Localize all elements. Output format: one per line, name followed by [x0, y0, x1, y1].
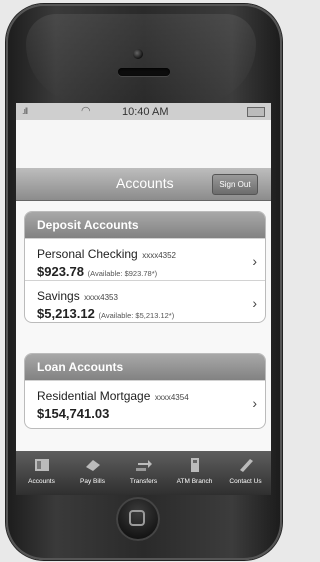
pay-bills-icon — [85, 460, 100, 471]
tab-label: Pay Bills — [80, 478, 105, 485]
sign-out-button[interactable]: Sign Out — [212, 174, 258, 195]
wifi-icon: ◠ — [81, 105, 91, 117]
signal-icon: .ıll — [22, 106, 28, 116]
status-spacer — [16, 120, 271, 168]
status-bar: .ıll ◠ 10:40 AM — [16, 103, 271, 120]
account-number: xxxx4354 — [154, 393, 189, 402]
nav-bar: Accounts Sign Out — [16, 168, 271, 201]
chevron-right-icon: › — [252, 395, 257, 411]
account-row-mortgage[interactable]: Residential Mortgage xxxx4354 $154,741.0… — [25, 380, 265, 428]
contact-us-icon — [239, 459, 253, 472]
phone-screen: .ıll ◠ 10:40 AM Accounts Sign Out Deposi… — [16, 103, 271, 495]
tab-bar: Accounts Pay Bills Transfers ATM Branch … — [16, 451, 271, 495]
status-time: 10:40 AM — [122, 106, 169, 118]
section-header: Deposit Accounts — [25, 212, 265, 238]
transfers-icon — [135, 460, 152, 471]
account-row-checking[interactable]: Personal Checking xxxx4352 $923.78 (Avai… — [25, 238, 265, 280]
atm-branch-icon — [190, 458, 199, 472]
tab-contact-us[interactable]: Contact Us — [220, 451, 271, 495]
tab-accounts[interactable]: Accounts — [16, 451, 67, 495]
front-camera — [133, 49, 143, 59]
account-number: xxxx4353 — [84, 293, 118, 302]
home-square-icon — [129, 510, 145, 526]
earpiece-speaker — [118, 68, 170, 76]
account-name: Savings — [37, 289, 80, 303]
tab-pay-bills[interactable]: Pay Bills — [67, 451, 118, 495]
accounts-content: Deposit Accounts Personal Checking xxxx4… — [16, 201, 271, 451]
tab-label: Contact Us — [229, 478, 262, 485]
chevron-right-icon: › — [252, 253, 257, 269]
available-balance: (Available: $923.78*) — [87, 269, 158, 278]
page-title: Accounts — [116, 175, 174, 191]
accounts-icon — [34, 459, 49, 471]
account-name: Personal Checking — [37, 247, 138, 261]
deposit-accounts-section: Deposit Accounts Personal Checking xxxx4… — [24, 211, 266, 323]
tab-atm-branch[interactable]: ATM Branch — [169, 451, 220, 495]
tab-label: ATM Branch — [176, 478, 213, 485]
tab-transfers[interactable]: Transfers — [118, 451, 169, 495]
section-header: Loan Accounts — [25, 354, 265, 380]
account-balance: $923.78 — [37, 264, 84, 279]
account-balance: $154,741.03 — [37, 406, 110, 421]
loan-accounts-section: Loan Accounts Residential Mortgage xxxx4… — [24, 353, 266, 429]
account-number: xxxx4352 — [142, 251, 176, 260]
phone-glare — [26, 14, 256, 104]
available-balance: (Available: $5,213.12*) — [98, 311, 175, 320]
account-balance: $5,213.12 — [37, 306, 95, 321]
home-button[interactable] — [116, 497, 160, 541]
battery-icon — [247, 107, 265, 117]
tab-label: Accounts — [28, 478, 55, 485]
chevron-right-icon: › — [252, 295, 257, 311]
account-name: Residential Mortgage — [37, 389, 151, 403]
account-row-savings[interactable]: Savings xxxx4353 $5,213.12 (Available: $… — [25, 280, 265, 322]
tab-label: Transfers — [129, 478, 158, 485]
